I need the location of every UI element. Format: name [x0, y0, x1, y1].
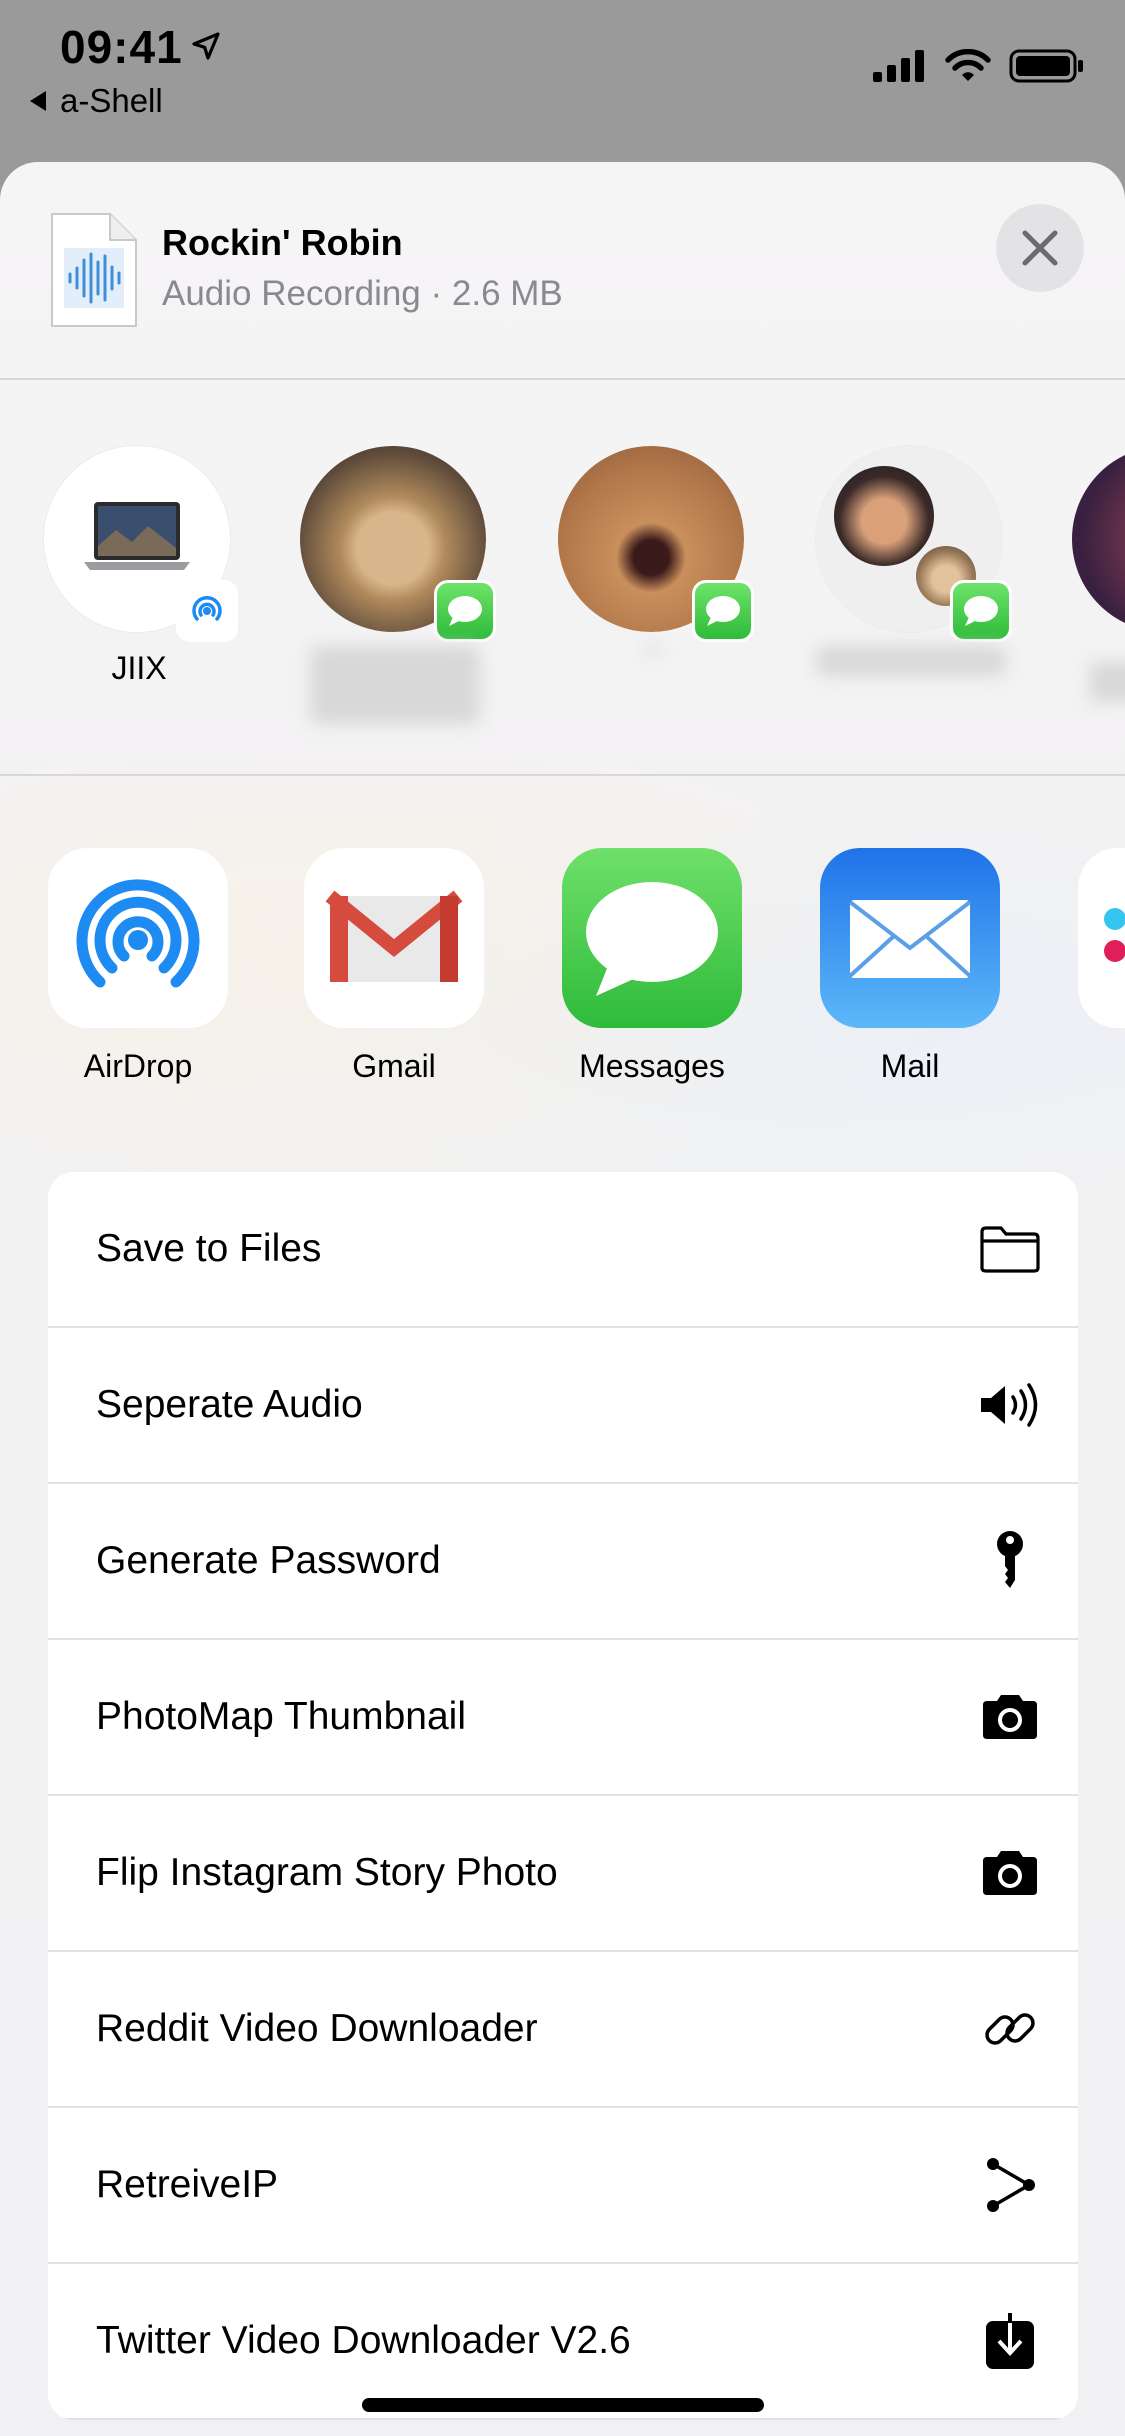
app-label: AirDrop — [83, 1048, 193, 1084]
wifi-icon — [945, 49, 991, 81]
app-messages[interactable]: Messages — [552, 848, 752, 1085]
close-button[interactable] — [996, 204, 1084, 292]
back-to-app-button[interactable]: a-Shell — [30, 82, 163, 120]
app-gmail[interactable]: Gmail — [294, 848, 494, 1085]
airdrop-icon — [192, 595, 222, 621]
person-label: JIIX — [111, 650, 167, 686]
app-mail[interactable]: Mail — [810, 848, 1010, 1085]
airdrop-badge — [176, 580, 238, 642]
audio-file-icon — [51, 213, 137, 327]
camera-icon — [978, 1685, 1042, 1749]
link-icon — [978, 1997, 1042, 2061]
person-target-contact-3[interactable] — [558, 446, 754, 652]
folder-icon — [978, 1217, 1042, 1281]
app-label: Messages — [579, 1048, 725, 1084]
app-partial-slack[interactable] — [1078, 848, 1125, 1028]
gmail-icon — [325, 890, 463, 982]
battery-icon — [1009, 49, 1083, 83]
blurred-name — [816, 646, 1006, 676]
close-icon — [1022, 230, 1058, 266]
blurred-name — [310, 646, 480, 724]
person-target-jiix[interactable]: JIIX — [44, 446, 238, 687]
share-nodes-icon — [978, 2153, 1042, 2217]
file-subtitle: Audio Recording · 2.6 MB — [162, 274, 563, 313]
slack-icon-part — [1104, 940, 1125, 962]
location-arrow-icon — [192, 32, 220, 60]
person-target-contact-4[interactable] — [816, 446, 1012, 676]
action-label: Generate Password — [96, 1539, 441, 1582]
share-sheet: Rockin' Robin Audio Recording · 2.6 MB J… — [0, 162, 1125, 2436]
people-divider — [0, 774, 1125, 776]
action-label: Seperate Audio — [96, 1383, 363, 1426]
action-label: PhotoMap Thumbnail — [96, 1695, 467, 1738]
action-generate-password[interactable]: Generate Password — [48, 1484, 1078, 1640]
messages-badge — [692, 580, 754, 642]
messages-icon — [964, 596, 998, 626]
messages-badge — [950, 580, 1012, 642]
back-triangle-icon — [30, 91, 46, 111]
file-title: Rockin' Robin — [162, 222, 403, 263]
status-icons — [873, 48, 1085, 84]
app-airdrop[interactable]: AirDrop — [38, 848, 238, 1085]
home-indicator[interactable] — [362, 2398, 764, 2412]
app-icon — [562, 848, 742, 1028]
airdrop-icon — [76, 879, 200, 988]
back-app-label: a-Shell — [60, 82, 163, 119]
person-target-contact-2[interactable] — [300, 446, 496, 724]
action-label: Flip Instagram Story Photo — [96, 1851, 558, 1894]
person-target-partial[interactable] — [1072, 446, 1125, 632]
speaker-icon — [978, 1373, 1042, 1437]
app-icon — [304, 848, 484, 1028]
app-label: Mail — [880, 1048, 940, 1084]
app-icon — [48, 848, 228, 1028]
action-flip-instagram-story-photo[interactable]: Flip Instagram Story Photo — [48, 1796, 1078, 1952]
messages-icon — [586, 882, 718, 996]
blurred-name — [1090, 662, 1125, 702]
slack-icon-part — [1104, 908, 1125, 930]
messages-icon — [448, 596, 482, 626]
cellular-signal-icon — [873, 50, 924, 82]
action-photomap-thumbnail[interactable]: PhotoMap Thumbnail — [48, 1640, 1078, 1796]
group-member-photo — [834, 466, 934, 566]
action-seperate-audio[interactable]: Seperate Audio — [48, 1328, 1078, 1484]
action-label: RetreiveIP — [96, 2163, 279, 2206]
app-icon — [820, 848, 1000, 1028]
mail-icon — [848, 900, 972, 978]
status-bar: 09:41 a-Shell — [0, 0, 1125, 160]
action-reddit-video-downloader[interactable]: Reddit Video Downloader — [48, 1952, 1078, 2108]
download-icon — [978, 2309, 1042, 2373]
action-label: Twitter Video Downloader V2.6 — [96, 2319, 631, 2362]
action-save-to-files[interactable]: Save to Files — [48, 1172, 1078, 1328]
messages-badge — [434, 580, 496, 642]
share-sheet-header: Rockin' Robin Audio Recording · 2.6 MB — [0, 162, 1125, 378]
actions-list: Save to Files Seperate Audio Generate Pa… — [48, 1172, 1078, 2420]
action-retreiveip[interactable]: RetreiveIP — [48, 2108, 1078, 2264]
action-label: Save to Files — [96, 1227, 322, 1270]
key-icon — [978, 1529, 1042, 1593]
app-label: Gmail — [352, 1048, 436, 1084]
header-divider — [0, 378, 1125, 380]
clock: 09:41 — [60, 21, 183, 73]
action-twitter-video-downloader[interactable]: Twitter Video Downloader V2.6 — [48, 2264, 1078, 2420]
camera-icon — [978, 1841, 1042, 1905]
action-label: Reddit Video Downloader — [96, 2007, 538, 2050]
messages-icon — [706, 596, 740, 626]
blurred-name — [643, 646, 663, 652]
